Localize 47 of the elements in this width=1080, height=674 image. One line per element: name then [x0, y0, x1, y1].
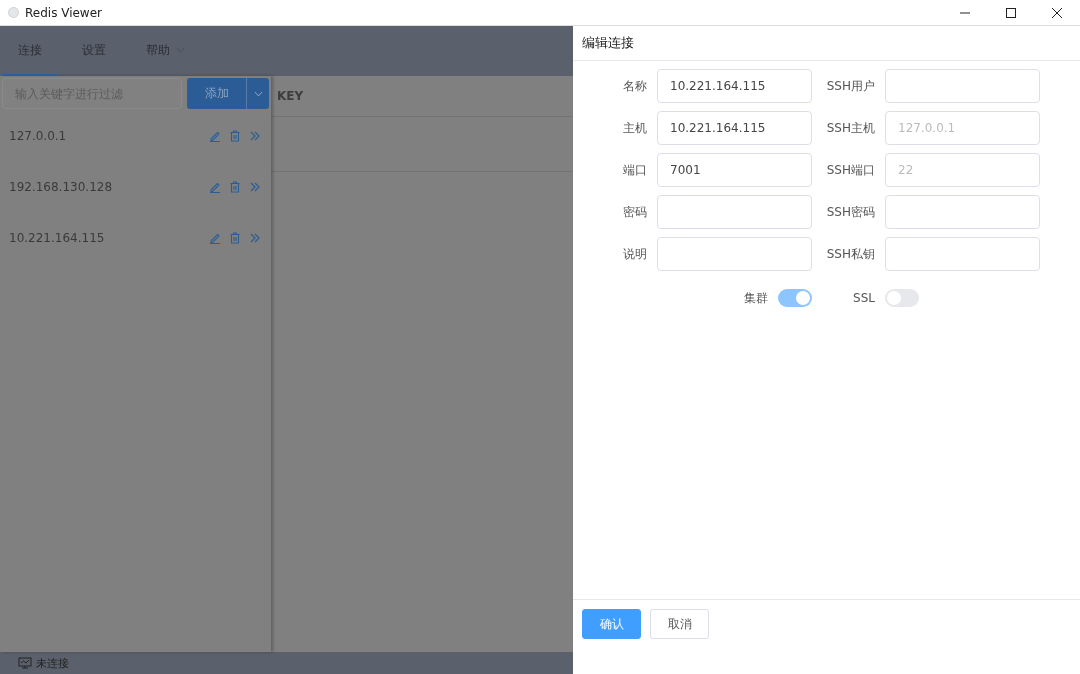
cancel-button[interactable]: 取消 [650, 609, 709, 639]
connection-name[interactable]: 10.221.164.115 [9, 230, 201, 245]
input-field[interactable] [885, 69, 1040, 103]
trash-icon[interactable] [229, 231, 241, 244]
input-field[interactable] [885, 237, 1040, 271]
trash-icon[interactable] [229, 129, 241, 142]
edit-icon[interactable] [209, 180, 221, 193]
field-label: 名称 [622, 77, 647, 95]
switch-label: 集群 [744, 289, 768, 307]
input-field[interactable] [657, 237, 812, 271]
caret-icon [253, 90, 263, 97]
trash-icon[interactable] [229, 180, 241, 193]
input-field[interactable]: 22 [885, 153, 1040, 187]
app-icon [8, 7, 19, 18]
input-field[interactable] [657, 195, 812, 229]
close-icon[interactable] [1052, 7, 1062, 18]
field-label: 密码 [622, 203, 647, 221]
double-chevron-icon[interactable] [249, 129, 261, 142]
add-button[interactable]: 添加 [187, 78, 247, 109]
input-field[interactable]: 7001 [657, 153, 812, 187]
monitor-icon [18, 657, 32, 669]
double-chevron-icon[interactable] [249, 180, 261, 193]
confirm-button[interactable]: 确认 [582, 609, 641, 639]
field-label: SSH用户 [825, 77, 875, 95]
edit-icon[interactable] [209, 129, 221, 142]
field-label: SSH密码 [825, 203, 875, 221]
input-field[interactable]: 127.0.0.1 [885, 111, 1040, 145]
double-chevron-icon[interactable] [249, 231, 261, 244]
connection-status: 未连接 [36, 655, 69, 671]
field-label: 说明 [622, 245, 647, 263]
connection-name[interactable]: 127.0.0.1 [9, 128, 201, 143]
input-field[interactable]: 10.221.164.115 [657, 69, 812, 103]
window-title: Redis Viewer [25, 5, 103, 20]
maximize-icon[interactable] [1006, 7, 1016, 18]
drawer-title: 编辑连接 [573, 26, 1080, 61]
field-label: 主机 [622, 119, 647, 137]
field-label: 端口 [622, 161, 647, 179]
input-field[interactable]: 10.221.164.115 [657, 111, 812, 145]
switch-label: SSL [852, 291, 875, 305]
field-label: SSH主机 [825, 119, 875, 137]
input-field[interactable] [885, 195, 1040, 229]
edit-icon[interactable] [209, 231, 221, 244]
connection-name[interactable]: 192.168.130.128 [9, 179, 201, 194]
toggle-switch[interactable] [885, 289, 919, 307]
field-label: SSH端口 [825, 161, 875, 179]
toggle-switch[interactable] [778, 289, 812, 307]
field-label: SSH私钥 [825, 245, 875, 263]
